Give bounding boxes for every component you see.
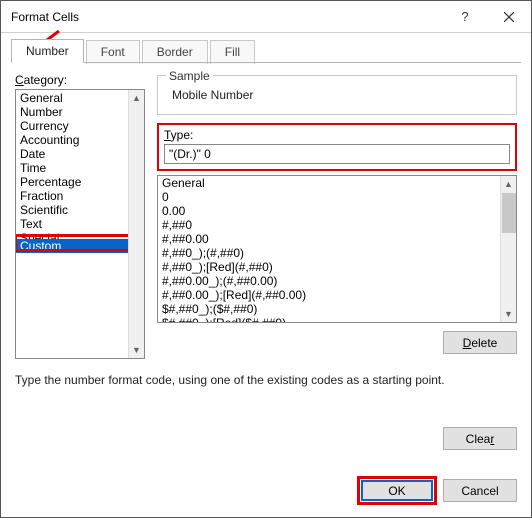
type-label: Type: [164,128,510,142]
type-input[interactable] [164,144,510,164]
hint-text: Type the number format code, using one o… [15,373,517,387]
chevron-up-icon[interactable]: ▲ [501,176,517,192]
list-item[interactable]: General [158,176,500,190]
list-item[interactable]: #,##0.00_);(#,##0.00) [158,274,500,288]
scrollbar[interactable]: ▲ ▼ [500,176,516,322]
scrollbar-thumb[interactable] [502,193,516,233]
help-button[interactable]: ? [443,1,487,32]
list-item[interactable]: Time [16,161,128,175]
list-item[interactable]: Currency [16,119,128,133]
chevron-down-icon[interactable]: ▼ [129,342,145,358]
category-label: Category: [15,73,145,87]
chevron-up-icon[interactable]: ▲ [129,90,145,106]
category-listbox[interactable]: General Number Currency Accounting Date … [15,89,145,359]
list-item[interactable]: Text [16,217,128,231]
ok-button[interactable]: OK [361,480,433,501]
list-item[interactable]: General [16,91,128,105]
list-item[interactable]: Special [16,231,128,239]
dialog-title: Format Cells [11,10,443,24]
sample-group: Sample Mobile Number [157,75,517,115]
chevron-down-icon[interactable]: ▼ [501,306,517,322]
tab-font[interactable]: Font [86,40,140,64]
format-code-listbox[interactable]: General 0 0.00 #,##0 #,##0.00 #,##0_);(#… [157,175,517,323]
clear-button[interactable]: Clear [443,427,517,450]
list-item-custom[interactable]: Custom [16,239,128,253]
list-item[interactable]: Number [16,105,128,119]
delete-button[interactable]: Delete [443,331,517,354]
list-item[interactable]: #,##0.00_);[Red](#,##0.00) [158,288,500,302]
list-item[interactable]: Accounting [16,133,128,147]
list-item[interactable]: Date [16,147,128,161]
cancel-button[interactable]: Cancel [443,479,517,502]
list-item[interactable]: #,##0.00 [158,232,500,246]
scrollbar[interactable]: ▲ ▼ [128,90,144,358]
list-item[interactable]: Fraction [16,189,128,203]
tab-number[interactable]: Number [11,39,84,63]
tab-strip: Number Font Border Fill [1,33,531,63]
list-item[interactable]: $#,##0_);($#,##0) [158,302,500,316]
titlebar: Format Cells ? [1,1,531,33]
dialog-footer: OK Cancel [1,476,531,517]
format-cells-dialog: Format Cells ? Number Font Border Fill C… [0,0,532,518]
annotation-highlight-ok: OK [357,476,437,505]
list-item[interactable]: $#,##0_);[Red]($#,##0) [158,316,500,323]
list-item[interactable]: #,##0_);(#,##0) [158,246,500,260]
annotation-highlight-type: Type: [157,123,517,171]
list-item[interactable]: #,##0 [158,218,500,232]
tab-fill[interactable]: Fill [210,40,255,64]
tab-border[interactable]: Border [142,40,208,64]
list-item[interactable]: 0.00 [158,204,500,218]
close-icon [504,12,514,22]
list-item[interactable]: 0 [158,190,500,204]
sample-value: Mobile Number [166,88,508,102]
list-item[interactable]: #,##0_);[Red](#,##0) [158,260,500,274]
list-item[interactable]: Percentage [16,175,128,189]
list-item[interactable]: Scientific [16,203,128,217]
close-button[interactable] [487,1,531,32]
sample-label: Sample [166,69,213,83]
